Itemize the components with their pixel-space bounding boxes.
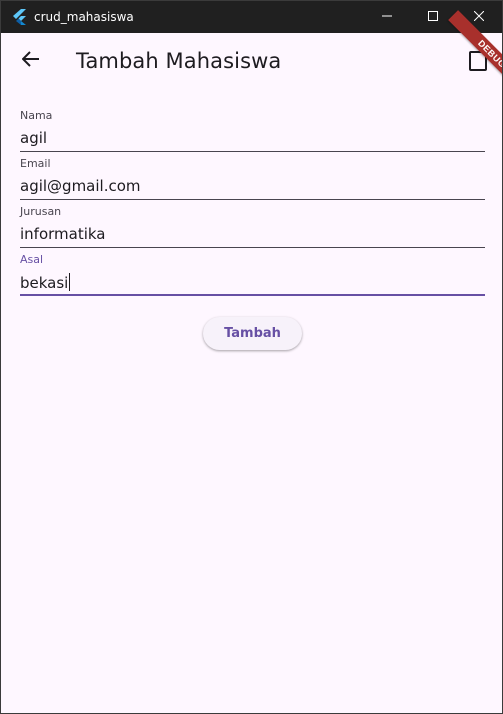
minimize-icon xyxy=(382,8,392,26)
flutter-icon xyxy=(13,9,27,25)
nama-underline xyxy=(20,151,485,152)
nama-label: Nama xyxy=(20,109,53,122)
asal-label: Asal xyxy=(20,253,44,266)
asal-field[interactable]: Asal bekasi xyxy=(20,253,485,301)
email-field[interactable]: Email agil@gmail.com xyxy=(20,157,485,205)
minimize-button[interactable] xyxy=(364,1,410,33)
jurusan-input[interactable]: informatika xyxy=(20,225,106,243)
app-bar: Tambah Mahasiswa xyxy=(1,33,502,91)
nama-input[interactable]: agil xyxy=(20,129,47,147)
close-icon xyxy=(473,8,485,26)
window-title: crud_mahasiswa xyxy=(34,10,134,24)
maximize-button[interactable] xyxy=(410,1,456,33)
asal-input[interactable]: bekasi xyxy=(20,273,71,292)
page-title: Tambah Mahasiswa xyxy=(76,49,282,73)
jurusan-underline xyxy=(20,247,485,248)
asal-input-text: bekasi xyxy=(20,274,69,292)
asal-underline xyxy=(20,294,485,296)
email-underline xyxy=(20,199,485,200)
tambah-button[interactable]: Tambah xyxy=(203,317,302,350)
email-label: Email xyxy=(20,157,51,170)
arrow-back-icon xyxy=(21,50,40,72)
text-cursor xyxy=(69,273,71,291)
jurusan-label: Jurusan xyxy=(20,205,62,218)
maximize-icon xyxy=(428,8,438,26)
jurusan-field[interactable]: Jurusan informatika xyxy=(20,205,485,253)
email-input[interactable]: agil@gmail.com xyxy=(20,177,141,195)
back-button[interactable] xyxy=(11,41,51,81)
app-window: crud_mahasiswa Tambah Mahasiswa DEBUG Na… xyxy=(0,0,503,714)
window-titlebar[interactable]: crud_mahasiswa xyxy=(1,1,502,33)
nama-field[interactable]: Nama agil xyxy=(20,109,485,157)
